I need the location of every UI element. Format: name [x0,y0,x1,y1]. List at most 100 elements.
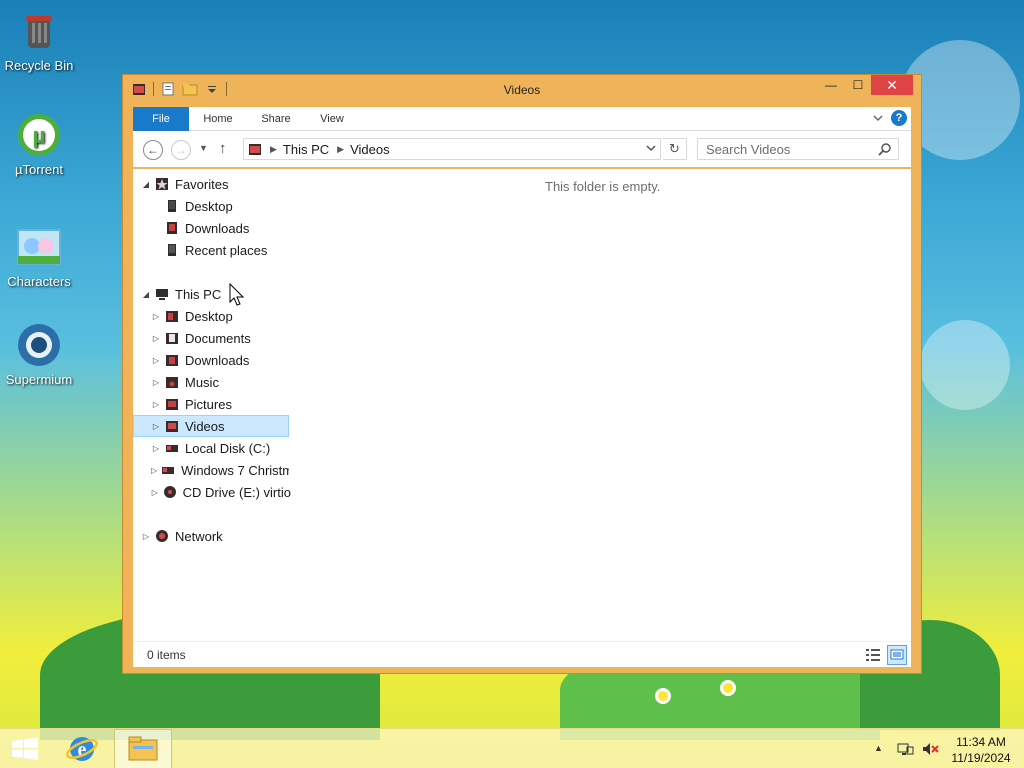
tree-item-label: Desktop [185,198,233,214]
desktop-icon-recycle-bin[interactable]: Recycle Bin [1,8,77,73]
address-toolbar: ← → ▼ ↑ ▶ This PC ▶ Videos ↻ [133,131,911,167]
desktop-icon-utorrent[interactable]: µ µTorrent [1,112,77,177]
volume-muted-icon[interactable] [921,741,939,757]
back-button[interactable]: ← [143,140,163,160]
system-clock[interactable]: 11:34 AM 11/19/2024 [946,734,1016,766]
expand-ribbon-icon[interactable] [871,111,885,125]
tree-item-label: Documents [185,330,251,346]
minimize-button[interactable]: — [817,75,845,95]
tree-item-favorites-downloads[interactable]: Downloads [161,217,249,239]
tree-item-favorites-desktop[interactable]: Desktop [161,195,233,217]
desktop-icon [165,199,179,213]
tab-view[interactable]: View [309,107,355,131]
large-icons-view-icon[interactable] [887,645,907,665]
pictures-icon [165,397,179,411]
tree-item-label: Network [175,528,223,544]
tree-item-label: Desktop [185,308,233,324]
breadcrumb-separator-icon[interactable]: ▶ [337,144,344,155]
taskbar: e ▲ 11:34 AM 11/19/2024 [0,728,1024,768]
tree-item-label: Videos [185,418,225,434]
music-icon [165,375,179,389]
characters-icon [16,224,62,270]
tree-item-label: CD Drive (E:) virtio [182,484,291,500]
expand-arrow-icon[interactable]: ▷ [151,378,161,387]
search-icon[interactable] [878,142,892,156]
title-bar[interactable]: Videos — ☐ ✕ [123,75,921,105]
computer-icon [155,287,169,301]
tree-item-label: Pictures [185,396,232,412]
tree-item-local-disk[interactable]: ▷ Local Disk (C:) [151,437,270,459]
tree-item-documents[interactable]: ▷ Documents [151,327,251,349]
tree-item-favorites-recent-places[interactable]: Recent places [161,239,267,261]
explorer-content: ◢ Favorites Desktop Downloads Recent pla… [133,169,911,641]
file-explorer-icon [128,736,158,761]
expand-arrow-icon[interactable]: ▷ [151,466,157,475]
explorer-window: Videos — ☐ ✕ File Home Share View ? ← → … [122,74,922,674]
breadcrumb-videos[interactable]: Videos [350,142,390,157]
tab-share[interactable]: Share [253,107,299,131]
expand-arrow-icon[interactable]: ▷ [141,532,151,541]
desktop-icon-supermium[interactable]: Supermium [1,322,77,387]
start-button[interactable] [0,729,50,768]
tree-item-videos[interactable]: ▷ Videos [133,415,289,437]
collapse-arrow-icon[interactable]: ◢ [141,290,151,299]
collapse-arrow-icon[interactable]: ◢ [141,180,151,189]
address-dropdown-chevron-icon[interactable] [646,143,656,156]
tree-item-label: Downloads [185,220,250,236]
drive-icon [161,463,175,477]
taskbar-file-explorer[interactable] [114,729,172,768]
tree-item-label: Recent places [185,242,268,258]
expand-arrow-icon[interactable]: ▷ [151,422,161,431]
empty-folder-message: This folder is empty. [545,179,661,194]
breadcrumb-this-pc[interactable]: This PC [283,142,329,157]
expand-arrow-icon[interactable]: ▷ [151,400,161,409]
search-box[interactable] [697,138,899,160]
address-bar[interactable]: ▶ This PC ▶ Videos [243,138,661,160]
internet-explorer-icon: e [66,737,98,761]
recent-locations-chevron-icon[interactable]: ▼ [199,143,208,153]
tree-item-pictures[interactable]: ▷ Pictures [151,393,232,415]
tree-item-desktop[interactable]: ▷ Desktop [151,305,233,327]
windows-logo-icon [12,737,38,760]
taskbar-internet-explorer[interactable]: e [56,729,108,768]
help-button[interactable]: ? [891,110,907,126]
expand-arrow-icon[interactable]: ▷ [151,334,161,343]
navigation-pane[interactable]: ◢ Favorites Desktop Downloads Recent pla… [133,169,301,641]
wallpaper-flower [655,688,671,704]
window-title: Videos [503,83,541,97]
expand-arrow-icon[interactable]: ▷ [151,312,161,321]
tree-item-downloads[interactable]: ▷ Downloads [151,349,249,371]
network-status-icon[interactable] [896,741,914,757]
show-hidden-icons-button[interactable]: ▲ [874,743,883,768]
tab-file[interactable]: File [133,107,189,131]
expand-arrow-icon[interactable]: ▷ [151,488,159,497]
tree-item-favorites[interactable]: ◢ Favorites [141,173,229,195]
details-view-icon[interactable] [865,647,881,663]
refresh-button[interactable]: ↻ [663,138,687,160]
recent-places-icon [165,243,179,257]
mouse-cursor-icon [229,282,245,307]
tree-item-cd-drive[interactable]: ▷ CD Drive (E:) virtio [151,481,291,503]
desktop-icon-label: µTorrent [15,162,63,177]
maximize-button[interactable]: ☐ [845,75,871,95]
recycle-bin-icon [16,8,62,54]
tree-item-music[interactable]: ▷ Music [151,371,219,393]
tree-item-label: Favorites [175,176,229,192]
drive-icon [165,441,179,455]
desktop-icon-characters[interactable]: Characters [1,224,77,289]
up-button[interactable]: ↑ [219,140,227,157]
network-icon [155,529,169,543]
expand-arrow-icon[interactable]: ▷ [151,356,161,365]
tree-item-network[interactable]: ▷ Network [141,525,223,547]
expand-arrow-icon[interactable]: ▷ [151,444,161,453]
tree-item-this-pc[interactable]: ◢ This PC [141,283,221,305]
forward-button[interactable]: → [171,140,191,160]
tab-home[interactable]: Home [195,107,241,131]
tree-item-label: Downloads [185,352,250,368]
breadcrumb-separator-icon[interactable]: ▶ [270,144,277,155]
tree-item-windows-7-drive[interactable]: ▷ Windows 7 Christm [151,459,289,481]
search-input[interactable] [698,139,868,159]
videos-icon [165,419,179,433]
cd-drive-icon [163,485,177,499]
close-button[interactable]: ✕ [871,75,913,95]
